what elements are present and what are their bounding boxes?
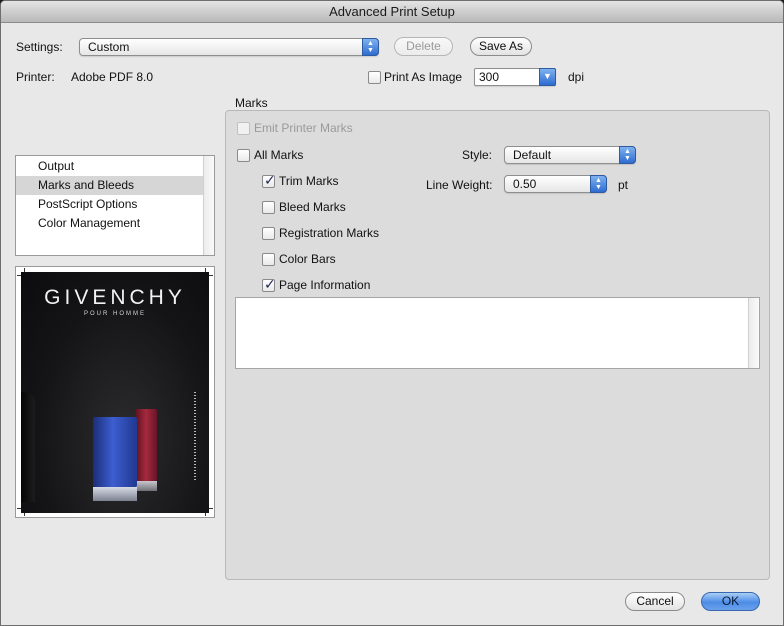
up-down-chevron-icon: ▲ ▼ — [619, 146, 636, 164]
registration-marks-checkbox[interactable] — [262, 227, 275, 240]
line-weight-unit: pt — [618, 178, 629, 192]
sidebar-item-color-management[interactable]: Color Management — [16, 214, 204, 233]
style-label: Style: — [462, 148, 493, 162]
advanced-print-setup-dialog: Advanced Print Setup Settings: Custom ▲ ▼… — [0, 0, 784, 626]
cancel-button[interactable]: Cancel — [625, 592, 685, 611]
printer-label: Printer: — [16, 70, 55, 84]
color-bars-label: Color Bars — [279, 252, 336, 266]
window-title: Advanced Print Setup — [1, 1, 783, 23]
marks-description-area — [235, 297, 760, 369]
checkmark-icon: ✓ — [264, 172, 276, 188]
bleed-marks-label: Bleed Marks — [279, 200, 346, 214]
line-weight-label: Line Weight: — [426, 178, 493, 192]
style-value: Default — [513, 148, 552, 162]
up-down-chevron-icon: ▲ ▼ — [590, 175, 607, 193]
style-popup[interactable]: Default ▲ ▼ — [504, 146, 636, 164]
marks-group-title: Marks — [235, 96, 268, 110]
preview-blue-bottle — [93, 417, 137, 501]
checkmark-icon: ✓ — [264, 276, 276, 292]
preview-vertical-text — [194, 392, 196, 482]
chevron-down-icon[interactable]: ▼ — [539, 68, 556, 86]
preview-figure-shape — [21, 392, 35, 502]
settings-popup[interactable]: Custom ▲ ▼ — [79, 38, 379, 56]
print-as-image-label: Print As Image — [384, 70, 463, 84]
ok-button[interactable]: OK — [701, 592, 760, 611]
all-marks-label: All Marks — [254, 148, 304, 162]
line-weight-popup[interactable]: 0.50 ▲ ▼ — [504, 175, 607, 193]
settings-label: Settings: — [16, 40, 63, 54]
save-as-button[interactable]: Save As — [470, 37, 532, 56]
sidebar-item-postscript-options[interactable]: PostScript Options — [16, 195, 204, 214]
section-list: Output Marks and Bleeds PostScript Optio… — [15, 155, 215, 256]
emit-printer-marks-label: Emit Printer Marks — [254, 121, 353, 135]
settings-value: Custom — [88, 40, 130, 54]
preview-red-bottle — [135, 409, 157, 491]
line-weight-value: 0.50 — [513, 177, 537, 191]
sidebar-item-output[interactable]: Output — [16, 157, 204, 176]
dpi-value: 300 — [479, 70, 500, 84]
description-scrollbar[interactable] — [748, 298, 759, 368]
trim-marks-checkbox[interactable]: ✓ — [262, 172, 276, 188]
bleed-marks-checkbox[interactable] — [262, 201, 275, 214]
printer-value: Adobe PDF 8.0 — [71, 70, 154, 84]
dpi-combobox[interactable]: 300 ▼ — [474, 68, 556, 86]
all-marks-checkbox[interactable] — [237, 149, 250, 162]
delete-button[interactable]: Delete — [394, 37, 453, 56]
page-information-label: Page Information — [279, 278, 371, 292]
print-as-image-checkbox[interactable] — [368, 71, 381, 84]
page-information-checkbox[interactable]: ✓ — [262, 276, 276, 292]
list-scrollbar[interactable] — [203, 156, 214, 255]
registration-marks-label: Registration Marks — [279, 226, 380, 240]
emit-printer-marks-checkbox[interactable] — [237, 122, 250, 135]
preview-brand-subtext: POUR HOMME — [84, 311, 146, 317]
dpi-unit-label: dpi — [568, 70, 585, 84]
sidebar-item-marks-and-bleeds[interactable]: Marks and Bleeds — [16, 176, 204, 195]
preview-page-image: GIVENCHY POUR HOMME — [21, 272, 209, 513]
preview-brand-text: GIVENCHY — [44, 286, 186, 309]
color-bars-checkbox[interactable] — [262, 253, 275, 266]
up-down-chevron-icon: ▲ ▼ — [362, 38, 379, 56]
trim-marks-label: Trim Marks — [279, 174, 339, 188]
page-preview: GIVENCHY POUR HOMME — [15, 266, 215, 518]
